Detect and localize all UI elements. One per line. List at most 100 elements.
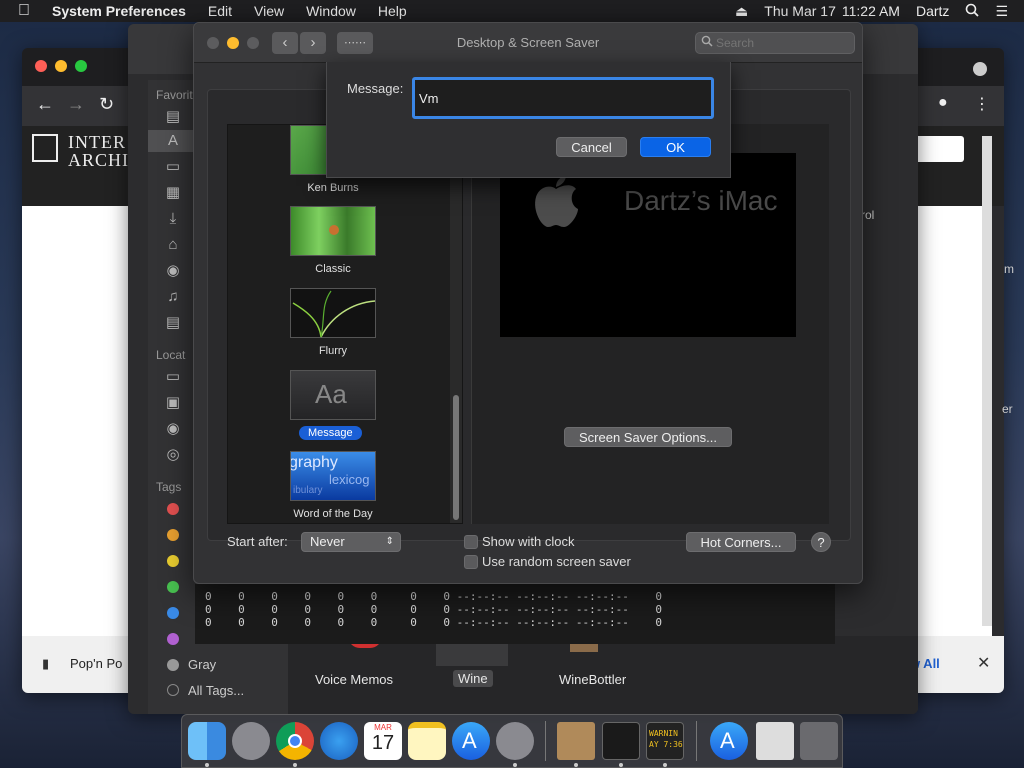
running-indicator xyxy=(293,763,297,767)
menu-help[interactable]: Help xyxy=(378,3,407,19)
tag-gray-dot[interactable] xyxy=(167,659,179,671)
page-scrollbar[interactable] xyxy=(982,136,992,626)
tag-gray-label[interactable]: Gray xyxy=(188,657,216,672)
tag-red-dot[interactable] xyxy=(167,503,179,515)
spotlight-icon[interactable] xyxy=(965,3,980,20)
message-label: Message: xyxy=(347,81,404,96)
search-input[interactable] xyxy=(716,36,846,50)
tab-menu-icon[interactable] xyxy=(973,62,987,76)
calendar-dock-icon[interactable]: MAR 17 xyxy=(364,722,402,760)
screensaver-list[interactable]: Ken Burns Classic Flurry Aa Message grap… xyxy=(227,124,463,524)
cancel-button[interactable]: Cancel xyxy=(556,137,627,157)
wine-label[interactable]: Wine xyxy=(453,670,493,687)
classic-label[interactable]: Classic xyxy=(273,263,393,275)
terminal-row: 0 0 0 0 0 0 0 0 --:--:-- --:--:-- --:--:… xyxy=(205,603,662,616)
disk-icon[interactable]: ▣ xyxy=(164,394,182,412)
launchpad-dock-icon[interactable] xyxy=(232,722,270,760)
winebottler-label[interactable]: WineBottler xyxy=(559,672,626,687)
menubar-date[interactable]: Thu Mar 17 xyxy=(764,3,836,19)
profile-icon[interactable]: ● xyxy=(938,94,948,112)
cd-icon[interactable]: ◉ xyxy=(164,420,182,438)
start-after-select[interactable]: Never ⇕ xyxy=(301,532,401,552)
pictures-icon[interactable]: ◉ xyxy=(164,262,182,280)
minimize-button[interactable] xyxy=(55,60,67,72)
help-button[interactable]: ? xyxy=(811,532,831,552)
safari-dock-icon[interactable] xyxy=(320,722,358,760)
ken-burns-label[interactable]: Ken Burns xyxy=(273,182,393,194)
menu-window[interactable]: Window xyxy=(306,3,356,19)
chrome-dock-icon[interactable] xyxy=(276,722,314,760)
all-tags-label[interactable]: All Tags... xyxy=(188,683,244,698)
applications-icon[interactable]: A xyxy=(164,132,182,150)
document-dock-icon[interactable] xyxy=(756,722,794,760)
trash-dock-icon[interactable] xyxy=(800,722,838,760)
notification-center-icon[interactable]: ☰ xyxy=(995,3,1008,20)
documents-icon[interactable]: ▦ xyxy=(164,184,182,202)
zoom-button[interactable] xyxy=(75,60,87,72)
word-of-the-day-thumbnail[interactable]: graphy lexicog ibulary xyxy=(290,451,376,501)
back-icon[interactable]: ← xyxy=(36,94,54,115)
system-preferences-dock-icon[interactable] xyxy=(496,722,534,760)
menu-view[interactable]: View xyxy=(254,3,284,19)
music-icon[interactable]: ♫ xyxy=(164,288,182,306)
word-of-the-day-label[interactable]: Word of the Day xyxy=(273,508,393,520)
finder-dock-icon[interactable] xyxy=(188,722,226,760)
all-tags-icon[interactable] xyxy=(167,684,179,696)
menubar-time[interactable]: 11:22 AM xyxy=(842,3,900,19)
app-store-dock-icon[interactable]: A xyxy=(452,722,490,760)
console-text-1: WARNIN xyxy=(649,729,678,738)
dock: MAR 17 A WARNIN AY 7:36 A xyxy=(181,714,843,768)
select-chevron-icon: ⇕ xyxy=(385,536,394,547)
hot-corners-button[interactable]: Hot Corners... xyxy=(686,532,796,552)
message-label-selected[interactable]: Message xyxy=(299,426,362,440)
network-icon[interactable]: ◎ xyxy=(164,446,182,464)
list-scrollbar[interactable] xyxy=(450,125,462,523)
show-with-clock-label[interactable]: Show with clock xyxy=(482,534,574,549)
home-icon[interactable]: ⌂ xyxy=(164,236,182,254)
downloads-icon[interactable]: ⤓ xyxy=(164,210,182,228)
download-item-label[interactable]: Pop'n Po xyxy=(70,656,122,671)
movies-icon[interactable]: ▤ xyxy=(164,314,182,332)
classic-thumbnail[interactable] xyxy=(290,206,376,256)
tag-purple-dot[interactable] xyxy=(167,633,179,645)
random-screensaver-label[interactable]: Use random screen saver xyxy=(482,554,631,569)
list-scrollbar-thumb[interactable] xyxy=(453,395,459,520)
screensaver-options-button[interactable]: Screen Saver Options... xyxy=(564,427,732,447)
forward-icon[interactable]: → xyxy=(67,94,85,115)
show-with-clock-checkbox[interactable] xyxy=(464,535,478,549)
apple-icon[interactable]:  xyxy=(18,2,38,20)
recents-icon[interactable]: ▤ xyxy=(164,108,182,126)
flurry-label[interactable]: Flurry xyxy=(273,345,393,357)
edge-text-2: m xyxy=(1004,262,1014,276)
menu-app-name[interactable]: System Preferences xyxy=(52,3,186,19)
flurry-thumbnail[interactable] xyxy=(290,288,376,338)
close-download-bar-icon[interactable]: ✕ xyxy=(977,653,990,673)
running-indicator xyxy=(574,763,578,767)
ok-button[interactable]: OK xyxy=(640,137,711,157)
console-dock-icon[interactable]: WARNIN AY 7:36 xyxy=(646,722,684,760)
tag-orange-dot[interactable] xyxy=(167,529,179,541)
imac-icon[interactable]: ▭ xyxy=(164,368,182,386)
reload-icon[interactable]: ↻ xyxy=(99,94,114,115)
desktop-icon[interactable]: ▭ xyxy=(164,158,182,176)
terminal-dock-icon[interactable] xyxy=(602,722,640,760)
eject-icon[interactable]: ⏏ xyxy=(735,3,748,20)
menubar-user[interactable]: Dartz xyxy=(916,3,949,19)
close-button[interactable] xyxy=(35,60,47,72)
tag-blue-dot[interactable] xyxy=(167,607,179,619)
tag-yellow-dot[interactable] xyxy=(167,555,179,567)
browser-menu-icon[interactable]: ⋮ xyxy=(974,94,990,114)
voice-memos-label[interactable]: Voice Memos xyxy=(315,672,393,687)
random-screensaver-checkbox[interactable] xyxy=(464,555,478,569)
message-thumbnail[interactable]: Aa xyxy=(290,370,376,420)
notes-dock-icon[interactable] xyxy=(408,722,446,760)
message-input[interactable] xyxy=(412,77,714,119)
menu-edit[interactable]: Edit xyxy=(208,3,232,19)
terminal-row: 0 0 0 0 0 0 0 0 --:--:-- --:--:-- --:--:… xyxy=(205,616,662,629)
apple-logo-icon xyxy=(530,175,582,229)
winebottler-dock-icon[interactable] xyxy=(557,722,595,760)
app-store-downloads-dock-icon[interactable]: A xyxy=(710,722,748,760)
message-glyph: Aa xyxy=(315,379,347,409)
tag-green-dot[interactable] xyxy=(167,581,179,593)
search-field[interactable] xyxy=(695,32,855,54)
